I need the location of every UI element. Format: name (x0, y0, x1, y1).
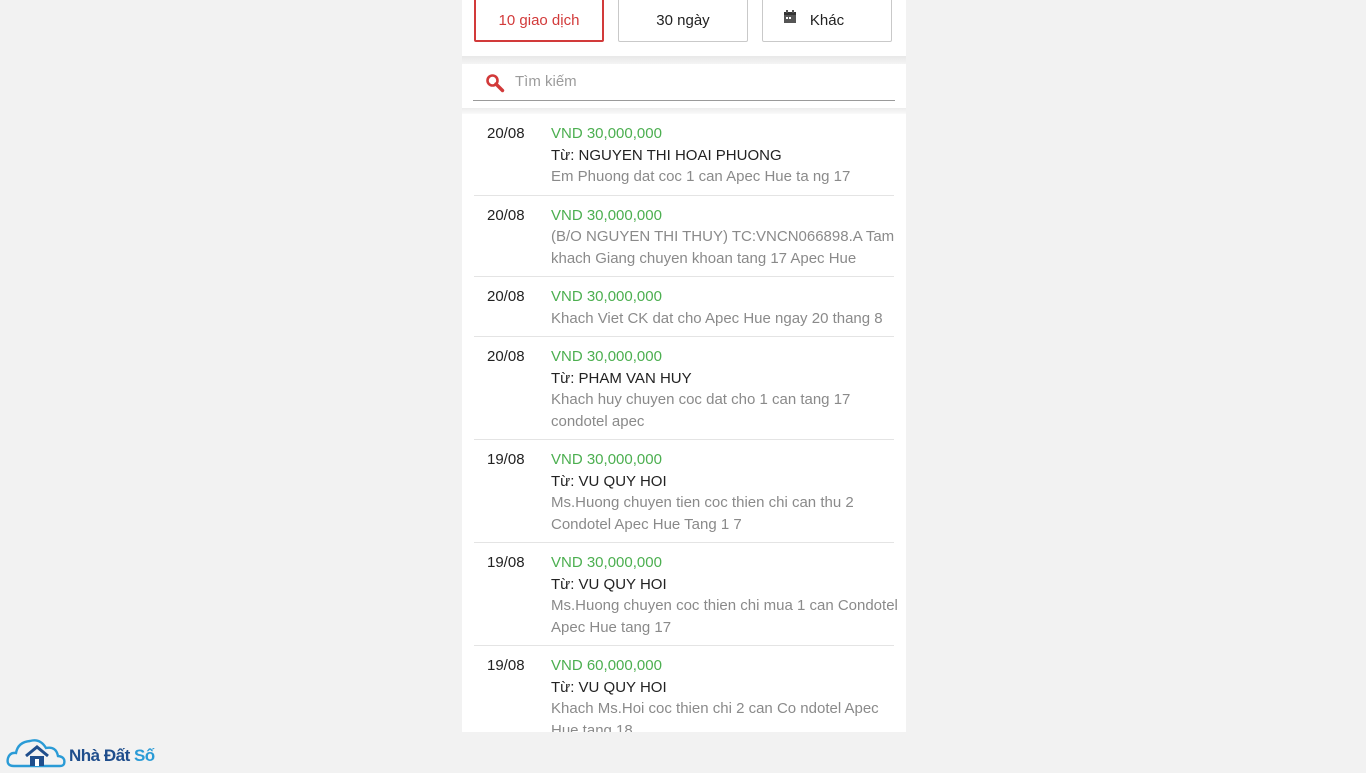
watermark-text-part1: Nhà Đất (69, 746, 134, 765)
transaction-list: 20/08 VND 30,000,000 Từ: NGUYEN THI HOAI P… (474, 114, 898, 732)
transaction-description: Em Phuong dat coc 1 can Apec Hue ta ng 1… (551, 168, 851, 185)
watermark-text-part2: Số (133, 746, 155, 765)
transaction-amount: VND 30,000,000 (551, 125, 662, 142)
transaction-details: VND 30,000,000 Khach Viet CK dat cho Apec… (551, 286, 906, 329)
transaction-details: VND 30,000,000 Từ: NGUYEN THI HOAI PHUONG… (551, 123, 906, 188)
transaction-row[interactable]: 19/08 VND 30,000,000 Từ: VU QUY HOI Ms.Huon… (474, 440, 894, 543)
house-cloud-logo-icon (6, 739, 66, 768)
transaction-date: 19/08 (487, 451, 525, 468)
transaction-date: 19/08 (487, 554, 525, 571)
filter-other-label: Khác (809, 11, 845, 29)
transaction-date: 20/08 (487, 206, 525, 224)
transaction-details: VND 30,000,000 (B/O NGUYEN THI THUY) TC:V… (551, 205, 906, 270)
transaction-row[interactable]: 20/08 VND 30,000,000 Khach Viet CK dat cho… (474, 277, 894, 337)
transaction-amount: VND 30,000,000 (551, 348, 662, 365)
divider (462, 56, 906, 64)
transaction-amount: VND 30,000,000 (551, 206, 662, 224)
transaction-sender: Từ: VU QUY HOI (551, 575, 667, 593)
transaction-description: (B/O NGUYEN THI THUY) TC:VNCN066898.A Ta… (551, 228, 895, 245)
filter-other-button[interactable]: Khác (762, 0, 892, 42)
filter-30-days-label: 30 ngày (656, 11, 710, 29)
transaction-details: VND 60,000,000 Từ: VU QUY HOI Khach Ms.Hoi… (551, 655, 906, 732)
transaction-description: Condotel Apec Hue Tang 1 7 (551, 515, 742, 533)
transaction-description: Khach huy chuyen coc dat cho 1 can tang … (551, 391, 851, 408)
transaction-row[interactable]: 19/08 VND 30,000,000 Từ: VU QUY HOI Ms.Huon… (474, 543, 898, 646)
transaction-date: 19/08 (487, 657, 525, 674)
transaction-screen: 10 giao dịch 30 ngày Khác Tìm kiếm 20/08… (462, 0, 906, 732)
transaction-sender: Từ: NGUYEN THI HOAI PHUONG (551, 146, 782, 164)
transaction-date: 20/08 (487, 288, 525, 305)
transaction-description: Hue tang 18 (551, 721, 633, 733)
watermark-text: Nhà Đất Số (69, 746, 155, 766)
transaction-description: khach Giang chuyen khoan tang 17 Apec Hu… (551, 249, 857, 267)
transaction-row[interactable]: 20/08 VND 30,000,000 Từ: PHAM VAN HUY Khach… (474, 337, 894, 440)
transaction-sender: Từ: VU QUY HOI (551, 472, 667, 490)
transaction-sender: Từ: PHAM VAN HUY (551, 369, 692, 387)
transaction-date: 20/08 (487, 125, 525, 142)
transaction-amount: VND 30,000,000 (551, 554, 662, 571)
transaction-description: condotel apec (551, 412, 645, 430)
watermark-logo: Nhà Đất Số (6, 732, 166, 768)
search-placeholder: Tìm kiếm (515, 73, 577, 90)
transaction-amount: VND 60,000,000 (551, 657, 662, 674)
transaction-description: Khach Viet CK dat cho Apec Hue ngay 20 t… (551, 309, 883, 327)
search-icon (486, 74, 505, 93)
filter-10-transactions-label: 10 giao dịch (498, 11, 580, 29)
search-input[interactable]: Tìm kiếm (473, 64, 895, 101)
transaction-amount: VND 30,000,000 (551, 288, 662, 305)
transaction-date: 20/08 (487, 348, 525, 365)
transaction-details: VND 30,000,000 Từ: VU QUY HOI Ms.Huong chu… (551, 449, 906, 535)
transaction-description: Ms.Huong chuyen coc thien chi mua 1 can … (551, 597, 898, 614)
transaction-description: Ms.Huong chuyen tien coc thien chi can t… (551, 494, 854, 511)
filter-bar: 10 giao dịch 30 ngày Khác (462, 0, 906, 56)
calendar-icon (784, 10, 796, 23)
transaction-description: Apec Hue tang 17 (551, 618, 672, 636)
transaction-row[interactable]: 19/08 VND 60,000,000 Từ: VU QUY HOI Khach M… (474, 646, 894, 732)
transaction-details: VND 30,000,000 Từ: PHAM VAN HUY Khach huy … (551, 346, 906, 432)
transaction-description: Khach Ms.Hoi coc thien chi 2 can Co ndot… (551, 700, 879, 717)
transaction-row[interactable]: 20/08 VND 30,000,000 (B/O NGUYEN THI THUY)… (474, 196, 894, 277)
transaction-amount: VND 30,000,000 (551, 451, 662, 468)
filter-30-days-button[interactable]: 30 ngày (618, 0, 748, 42)
filter-10-transactions-button[interactable]: 10 giao dịch (474, 0, 604, 42)
transaction-details: VND 30,000,000 Từ: VU QUY HOI Ms.Huong chu… (551, 552, 906, 638)
transaction-row[interactable]: 20/08 VND 30,000,000 Từ: NGUYEN THI HOAI P… (474, 114, 894, 196)
transaction-sender: Từ: VU QUY HOI (551, 678, 667, 696)
